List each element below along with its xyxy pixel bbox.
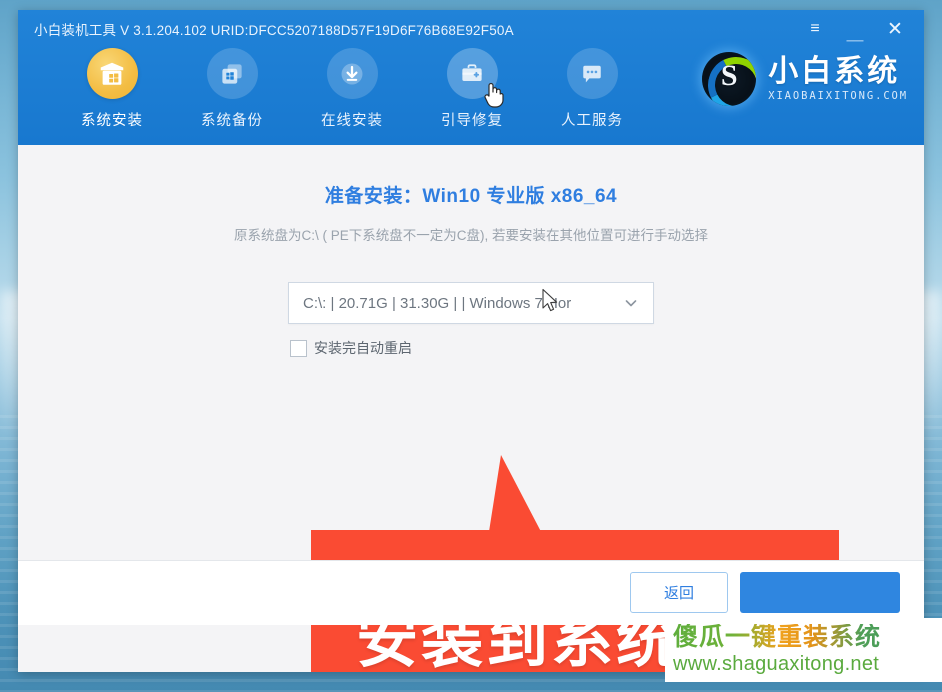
download-arrow-icon	[338, 60, 366, 88]
toolbar-item-system-install[interactable]: 系统安装	[52, 48, 172, 130]
footer-bar: 返回	[18, 560, 924, 625]
auto-restart-row: 安装完自动重启	[288, 338, 654, 358]
toolbar-icon-circle	[566, 48, 618, 99]
toolbar-label: 引导修复	[441, 113, 503, 129]
auto-restart-label[interactable]: 安装完自动重启	[314, 338, 412, 358]
auto-restart-checkbox[interactable]	[290, 339, 307, 357]
toolbar-label: 系统安装	[81, 113, 143, 129]
next-button[interactable]	[740, 572, 900, 613]
toolbar-icon-circle	[86, 48, 138, 99]
toolbar-icon-circle	[206, 48, 258, 99]
footer-buttons: 返回	[630, 572, 900, 613]
toolbar-icon-circle	[446, 48, 498, 99]
window-header: 小白装机工具 V 3.1.204.102 URID:DFCC5207188D57…	[18, 10, 924, 145]
package-box-icon	[97, 59, 127, 89]
minimize-icon[interactable]: ＿	[846, 25, 864, 42]
close-icon[interactable]: ✕	[886, 20, 904, 39]
brand-text: 小白系统 XIAOBAIXITONG.COM	[768, 56, 908, 103]
window-controls: ≡ ＿ ✕	[806, 20, 912, 42]
toolbox-plus-icon	[458, 60, 486, 88]
disk-select[interactable]: C:\: | 20.71G | 31.30G | | Windows 7 Hor	[288, 282, 654, 324]
disk-select-value: C:\: | 20.71G | 31.30G | | Windows 7 Hor	[303, 294, 572, 312]
brand-logo: S 小白系统 XIAOBAIXITONG.COM	[702, 52, 908, 106]
page-subtitle: 原系统盘为C:\ ( PE下系统盘不一定为C盘), 若要安装在其他位置可进行手动…	[233, 228, 708, 243]
toolbar-item-manual-service[interactable]: 人工服务	[532, 48, 652, 130]
toolbar-item-online-install[interactable]: 在线安装	[292, 48, 412, 130]
main-toolbar: 系统安装 系统备份 在线安装 引导修复 人工服务 S 小白系统 XIAOBAIX…	[18, 48, 924, 145]
logo-letter: S	[720, 59, 738, 92]
toolbar-label: 在线安装	[321, 113, 383, 129]
hamburger-icon[interactable]: ≡	[806, 21, 824, 37]
toolbar-label: 人工服务	[561, 113, 623, 129]
disk-select-wrapper: C:\: | 20.71G | 31.30G | | Windows 7 Hor…	[288, 282, 654, 358]
chevron-down-icon	[623, 295, 639, 311]
xiaobai-swirl-logo-icon: S	[702, 52, 757, 106]
brand-name-en: XIAOBAIXITONG.COM	[768, 90, 908, 103]
title-bar: 小白装机工具 V 3.1.204.102 URID:DFCC5207188D57…	[18, 10, 924, 48]
page-title: 准备安装：Win10 专业版 x86_64	[324, 186, 618, 207]
toolbar-icon-circle	[326, 48, 378, 99]
back-button[interactable]: 返回	[630, 572, 728, 613]
window-title: 小白装机工具 V 3.1.204.102 URID:DFCC5207188D57…	[34, 23, 514, 38]
windows-copy-icon	[218, 60, 246, 88]
brand-name-cn: 小白系统	[768, 54, 901, 88]
chat-bubble-icon	[578, 60, 606, 88]
toolbar-item-system-backup[interactable]: 系统备份	[172, 48, 292, 130]
toolbar-label: 系统备份	[201, 113, 263, 129]
application-window: 小白装机工具 V 3.1.204.102 URID:DFCC5207188D57…	[18, 10, 924, 672]
main-content: 准备安装：Win10 专业版 x86_64 原系统盘为C:\ ( PE下系统盘不…	[18, 145, 924, 672]
toolbar-item-boot-repair[interactable]: 引导修复	[412, 48, 532, 130]
